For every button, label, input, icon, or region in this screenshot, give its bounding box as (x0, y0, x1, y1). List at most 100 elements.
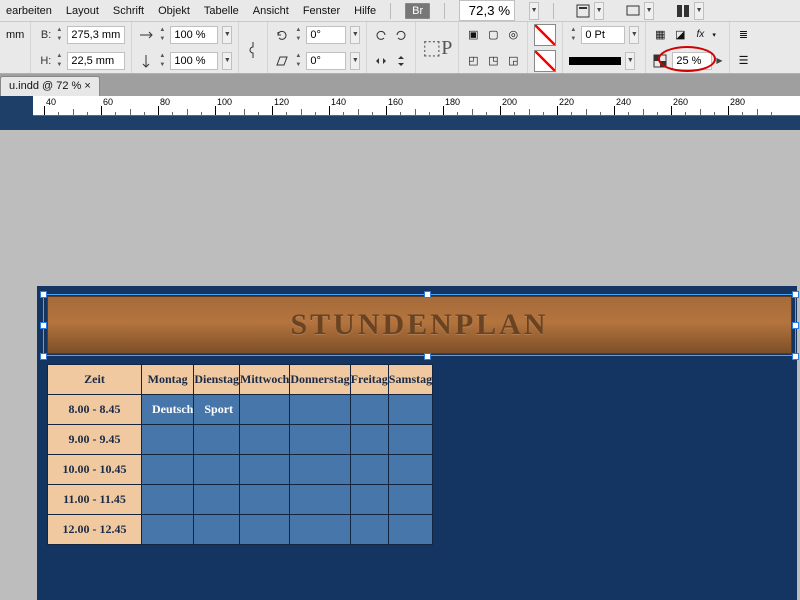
bridge-button[interactable]: Br (405, 3, 430, 19)
text-wrap-icon[interactable]: ≣ (736, 27, 752, 43)
document-canvas[interactable]: STUNDENPLAN ZeitMontagDienstagMittwochDo… (0, 130, 800, 600)
table-cell[interactable] (142, 425, 194, 455)
timetable[interactable]: ZeitMontagDienstagMittwochDonnerstagFrei… (47, 364, 433, 545)
menu-fenster[interactable]: Fenster (303, 5, 340, 17)
opacity-field[interactable] (672, 52, 712, 70)
table-cell[interactable]: Deutsch (142, 395, 194, 425)
table-cell[interactable] (240, 485, 290, 515)
zoom-dropdown[interactable]: ▼ (529, 2, 539, 20)
table-cell[interactable] (290, 515, 350, 545)
selection-handle[interactable] (792, 322, 799, 329)
height-field[interactable] (67, 52, 125, 70)
scale-x-field[interactable] (170, 26, 218, 44)
title-banner[interactable]: STUNDENPLAN (47, 296, 792, 354)
selection-handle[interactable] (792, 291, 799, 298)
stroke-style-dropdown[interactable]: ▼ (625, 52, 635, 70)
scale-x-spinner[interactable]: ▲▼ (158, 26, 166, 44)
table-cell[interactable] (290, 485, 350, 515)
table-cell[interactable] (388, 515, 432, 545)
table-row[interactable]: 9.00 - 9.45 (48, 425, 433, 455)
fit-frame-icon[interactable]: ▢ (485, 27, 501, 43)
fill-swatch[interactable] (534, 24, 556, 46)
table-cell[interactable] (142, 485, 194, 515)
menu-tabelle[interactable]: Tabelle (204, 5, 239, 17)
table-row[interactable]: 12.00 - 12.45 (48, 515, 433, 545)
table-cell[interactable] (388, 485, 432, 515)
selection-handle[interactable] (40, 322, 47, 329)
stroke-weight-dropdown[interactable]: ▼ (629, 26, 639, 44)
selection-handle[interactable] (40, 353, 47, 360)
table-cell[interactable] (350, 515, 388, 545)
table-row[interactable]: 11.00 - 11.45 (48, 485, 433, 515)
scale-x-dropdown[interactable]: ▼ (222, 26, 232, 44)
width-field[interactable] (67, 26, 125, 44)
menu-schrift[interactable]: Schrift (113, 5, 144, 17)
scale-y-spinner[interactable]: ▲▼ (158, 52, 166, 70)
menu-edit[interactable]: earbeiten (6, 5, 52, 17)
table-cell[interactable] (350, 395, 388, 425)
fit-proportional-icon[interactable]: ◰ (465, 53, 481, 69)
opacity-slider-arrow[interactable]: ▶ (716, 56, 722, 65)
fx-icon[interactable]: fx (692, 27, 708, 43)
flip-vertical-icon[interactable] (393, 53, 409, 69)
selection-handle[interactable] (424, 291, 431, 298)
table-cell[interactable] (290, 395, 350, 425)
rotate-cw-icon[interactable] (393, 27, 409, 43)
drop-shadow-icon[interactable]: ◪ (672, 27, 688, 43)
table-cell[interactable] (388, 425, 432, 455)
selection-handle[interactable] (792, 353, 799, 360)
constrain-link-icon[interactable] (245, 42, 261, 58)
view-options-icon[interactable] (574, 2, 592, 20)
auto-fit-icon[interactable]: ◲ (505, 53, 521, 69)
fit-content-icon[interactable]: ▣ (465, 27, 481, 43)
horizontal-ruler[interactable]: 020406080100120140160180200220240260280 (0, 96, 800, 116)
shear-dropdown[interactable]: ▼ (350, 52, 360, 70)
table-cell[interactable] (142, 455, 194, 485)
center-content-icon[interactable]: ◎ (505, 27, 521, 43)
screen-mode-dropdown[interactable]: ▼ (644, 2, 654, 20)
effects-icon[interactable]: ▦ (652, 27, 668, 43)
table-cell[interactable] (194, 515, 240, 545)
table-cell[interactable] (240, 425, 290, 455)
flip-horizontal-icon[interactable] (373, 53, 389, 69)
menu-ansicht[interactable]: Ansicht (253, 5, 289, 17)
table-row[interactable]: 10.00 - 10.45 (48, 455, 433, 485)
align-icon[interactable]: ☰ (736, 53, 752, 69)
fill-frame-icon[interactable]: ◳ (485, 53, 501, 69)
table-cell[interactable] (388, 395, 432, 425)
table-cell[interactable] (240, 455, 290, 485)
table-cell[interactable] (350, 455, 388, 485)
rotate-field[interactable] (306, 26, 346, 44)
table-cell[interactable] (290, 425, 350, 455)
shear-field[interactable] (306, 52, 346, 70)
rotate-dropdown[interactable]: ▼ (350, 26, 360, 44)
table-cell[interactable]: Sport (194, 395, 240, 425)
table-cell[interactable] (350, 425, 388, 455)
selection-handle[interactable] (424, 353, 431, 360)
scale-y-field[interactable] (170, 52, 218, 70)
selection-handle[interactable] (40, 291, 47, 298)
menu-hilfe[interactable]: Hilfe (354, 5, 376, 17)
arrange-documents-dropdown[interactable]: ▼ (694, 2, 704, 20)
table-cell[interactable] (240, 395, 290, 425)
stroke-style-preview[interactable] (569, 57, 621, 65)
table-cell[interactable] (388, 455, 432, 485)
menu-layout[interactable]: Layout (66, 5, 99, 17)
view-options-dropdown[interactable]: ▼ (594, 2, 604, 20)
screen-mode-icon[interactable] (624, 2, 642, 20)
table-cell[interactable] (142, 515, 194, 545)
table-cell[interactable] (240, 515, 290, 545)
table-cell[interactable] (290, 455, 350, 485)
rotate-ccw-icon[interactable] (373, 27, 389, 43)
stroke-weight-field[interactable] (581, 26, 625, 44)
table-cell[interactable] (194, 455, 240, 485)
zoom-level-field[interactable] (459, 0, 515, 21)
width-spinner[interactable]: ▲▼ (55, 26, 63, 44)
height-spinner[interactable]: ▲▼ (55, 52, 63, 70)
stroke-weight-spinner[interactable]: ▲▼ (569, 26, 577, 44)
table-cell[interactable] (350, 485, 388, 515)
menu-objekt[interactable]: Objekt (158, 5, 190, 17)
stroke-swatch[interactable] (534, 50, 556, 72)
table-cell[interactable] (194, 425, 240, 455)
shear-spinner[interactable]: ▲▼ (294, 52, 302, 70)
